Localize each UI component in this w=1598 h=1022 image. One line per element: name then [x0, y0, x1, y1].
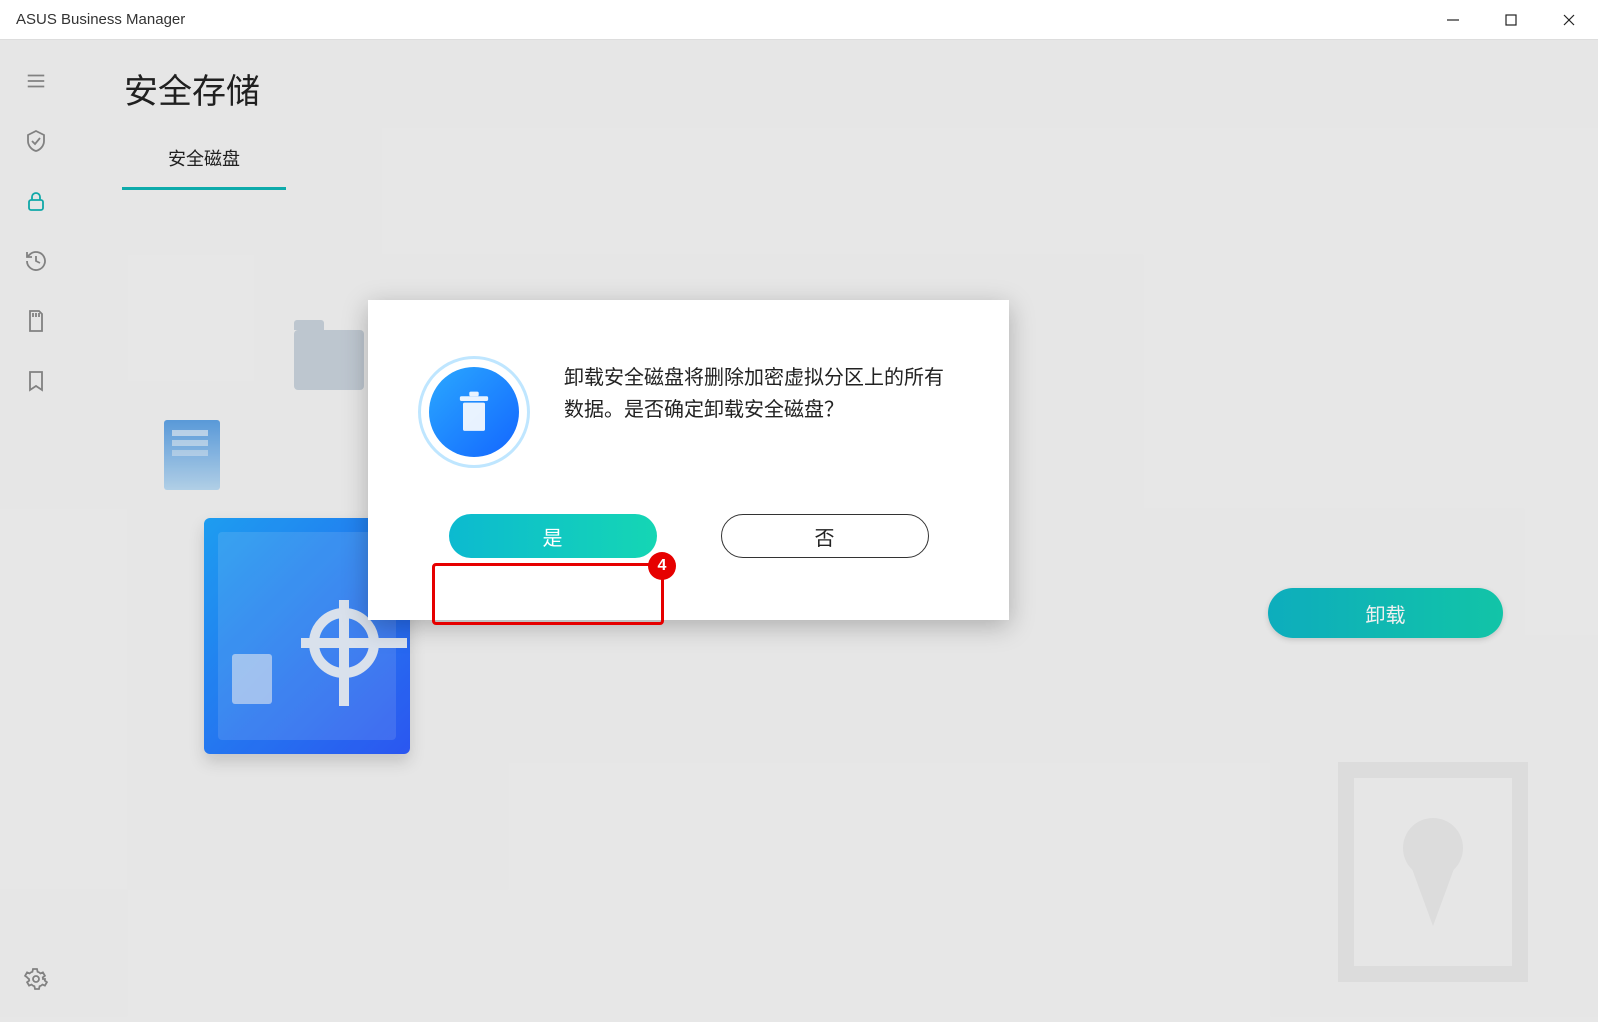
dialog-message: 卸载安全磁盘将删除加密虚拟分区上的所有数据。是否确定卸载安全磁盘？	[564, 356, 944, 426]
maximize-button[interactable]	[1482, 0, 1540, 40]
trash-icon	[418, 356, 530, 468]
confirm-dialog: 卸载安全磁盘将删除加密虚拟分区上的所有数据。是否确定卸载安全磁盘？ 是 否	[368, 300, 1009, 620]
callout-badge: 4	[648, 552, 676, 580]
close-button[interactable]	[1540, 0, 1598, 40]
minimize-button[interactable]	[1424, 0, 1482, 40]
titlebar: ASUS Business Manager	[0, 0, 1598, 40]
window-title: ASUS Business Manager	[16, 11, 185, 28]
app-body: 安全存储 安全磁盘 在其中存储重要数据。存储在 密码，您将被拒绝访问加密数 卸载	[0, 40, 1598, 1022]
dialog-no-button[interactable]: 否	[721, 514, 929, 558]
dialog-yes-button[interactable]: 是	[449, 514, 657, 558]
window-controls	[1424, 0, 1598, 40]
